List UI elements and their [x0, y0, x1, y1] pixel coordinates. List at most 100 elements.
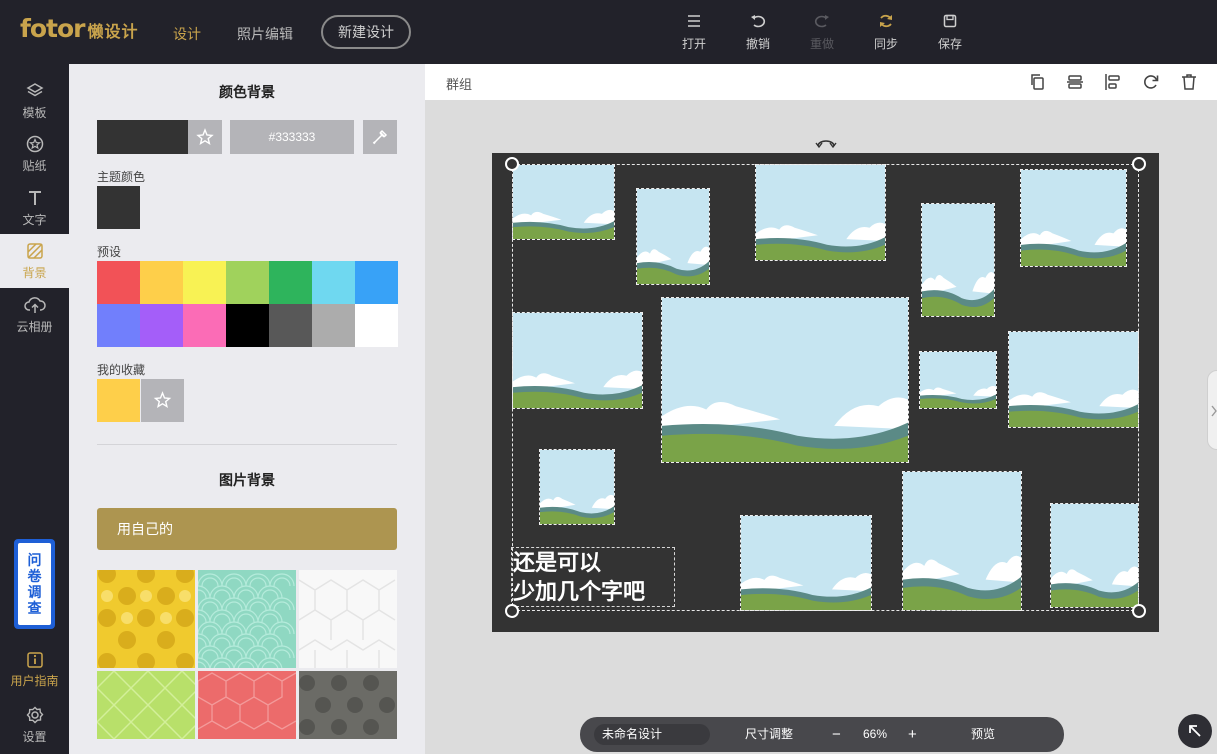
photo-frame[interactable] [636, 188, 710, 285]
canvas-text-line: 还是可以 [513, 550, 602, 575]
open-label: 打开 [681, 37, 706, 51]
photo-frame[interactable] [919, 351, 997, 409]
new-design-button[interactable]: 新建设计 [321, 15, 411, 49]
undo-button[interactable]: 撤销 [733, 12, 783, 52]
photo-frame[interactable] [661, 297, 909, 463]
side-expand-tab[interactable] [1207, 370, 1217, 450]
photo-frame[interactable] [902, 471, 1022, 611]
canvas-text-box[interactable]: 还是可以 少加几个字吧 [511, 547, 675, 607]
landscape-image [741, 516, 871, 610]
photo-frame[interactable] [512, 164, 615, 240]
eyedropper-icon [372, 129, 388, 145]
text-icon [28, 191, 41, 205]
landscape-image [513, 313, 642, 408]
align-left-icon[interactable] [1103, 72, 1123, 92]
photo-frame[interactable] [1008, 331, 1139, 428]
rail-item-text[interactable]: 文字 [0, 181, 69, 235]
use-own-image-button[interactable]: 用自己的 [97, 508, 397, 550]
nav-photo-edit[interactable]: 照片编辑 [237, 24, 293, 44]
yellow-dots-pattern [98, 570, 194, 668]
preset-color-swatch[interactable] [183, 261, 226, 304]
rotate-handle-icon[interactable] [814, 137, 838, 151]
photo-frame[interactable] [1050, 503, 1139, 608]
collapse-button[interactable] [1178, 714, 1212, 748]
theme-color-swatch[interactable] [97, 186, 140, 229]
pattern-gray-dots[interactable] [299, 671, 397, 739]
photo-frame[interactable] [755, 164, 886, 261]
rail-label-background: 背景 [22, 266, 47, 280]
preset-color-swatch[interactable] [97, 304, 140, 347]
preset-label: 预设 [97, 245, 122, 259]
align-center-icon[interactable] [1065, 72, 1085, 92]
photo-frame[interactable] [740, 515, 872, 611]
rail-item-settings[interactable]: 设置 [0, 698, 69, 752]
preset-color-swatch[interactable] [269, 261, 312, 304]
landscape-image [922, 204, 994, 316]
add-favorite-button[interactable] [188, 120, 222, 154]
redo-button[interactable]: 重做 [797, 12, 847, 52]
resize-button[interactable]: 尺寸调整 [745, 717, 793, 752]
preset-color-swatch[interactable] [140, 261, 183, 304]
landscape-image [920, 352, 996, 408]
open-button[interactable]: 打开 [669, 12, 719, 52]
rail-label-cloud: 云相册 [16, 320, 53, 334]
pattern-white-cubes[interactable] [299, 570, 397, 668]
rotate-icon[interactable] [1141, 72, 1161, 92]
group-label[interactable]: 群组 [446, 74, 472, 93]
preset-color-swatch[interactable] [97, 261, 140, 304]
rail-item-background[interactable]: 背景 [0, 234, 69, 288]
preset-color-swatch[interactable] [355, 304, 398, 347]
photo-frame[interactable] [921, 203, 995, 317]
eyedropper-button[interactable] [363, 120, 397, 154]
current-color-preview[interactable] [97, 120, 188, 154]
chevron-right-icon [1211, 405, 1217, 417]
favorite-add-button[interactable] [141, 379, 184, 422]
landscape-image [756, 165, 885, 260]
preset-color-swatch[interactable] [183, 304, 226, 347]
delete-icon[interactable] [1179, 72, 1199, 92]
copy-icon[interactable] [1028, 72, 1048, 92]
rail-item-template[interactable]: 模板 [0, 74, 69, 128]
pattern-mint-scales[interactable] [198, 570, 296, 668]
rail-item-sticker[interactable]: 贴纸 [0, 127, 69, 181]
preview-button[interactable]: 预览 [971, 717, 995, 752]
preset-color-swatch[interactable] [226, 304, 269, 347]
pattern-green-diamonds[interactable] [97, 671, 195, 739]
rail-label-guide: 用户指南 [10, 674, 59, 688]
survey-button[interactable]: 问卷调查 [14, 539, 55, 629]
rail-item-guide[interactable]: 用户指南 [0, 644, 69, 698]
resize-handle-bottom-right[interactable] [1132, 604, 1146, 618]
pattern-yellow-dots[interactable] [97, 570, 195, 668]
resize-handle-bottom-left[interactable] [505, 604, 519, 618]
favorite-color-swatch[interactable] [97, 379, 140, 422]
rail-item-cloud[interactable]: 云相册 [0, 288, 69, 342]
nav-design[interactable]: 设计 [173, 24, 201, 44]
logo[interactable]: fotor 懒设计 [20, 14, 139, 44]
landscape-image [637, 189, 709, 284]
save-button[interactable]: 保存 [925, 12, 975, 52]
landscape-image [903, 472, 1021, 610]
photo-frame[interactable] [539, 449, 615, 525]
preset-color-swatch[interactable] [269, 304, 312, 347]
preset-color-swatch[interactable] [312, 261, 355, 304]
design-name-field[interactable]: 未命名设计 [594, 724, 710, 745]
pattern-red-hexagons[interactable] [198, 671, 296, 739]
zoom-in-button[interactable]: + [908, 717, 917, 752]
save-label: 保存 [937, 37, 962, 51]
preset-color-swatch[interactable] [312, 304, 355, 347]
preset-color-swatch[interactable] [140, 304, 183, 347]
redo-label: 重做 [809, 37, 834, 51]
image-bg-title: 图片背景 [219, 472, 275, 488]
resize-handle-top-right[interactable] [1132, 157, 1146, 171]
sync-button[interactable]: 同步 [861, 12, 911, 52]
preset-color-swatch[interactable] [355, 261, 398, 304]
zoom-out-button[interactable]: − [832, 717, 841, 752]
resize-handle-top-left[interactable] [505, 157, 519, 171]
photo-frame[interactable] [512, 312, 643, 409]
redo-icon [814, 15, 829, 28]
undo-icon [751, 15, 766, 28]
photo-frame[interactable] [1020, 169, 1127, 267]
hex-color-input[interactable] [230, 120, 354, 154]
star-plus-icon [153, 391, 172, 408]
preset-color-swatch[interactable] [226, 261, 269, 304]
